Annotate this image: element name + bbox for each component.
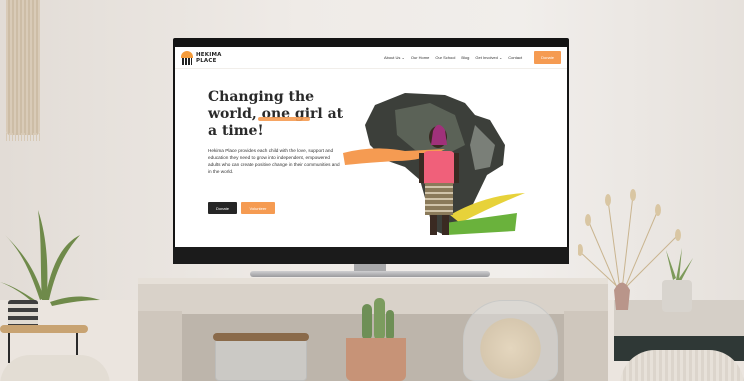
site-navbar: HEKIMA PLACE About Us ⌄ Our Home Our Sch…: [175, 47, 567, 69]
dried-grass-vase: [578, 189, 693, 312]
cactus-plant: [362, 298, 394, 340]
cabinet-right-panel: [564, 311, 608, 381]
sun-over-bars-logo-icon: [181, 50, 193, 65]
hero-description: Hekima Place provides each child with th…: [208, 148, 340, 174]
tv-stand-foot: [250, 271, 490, 277]
website-screen: HEKIMA PLACE About Us ⌄ Our Home Our Sch…: [175, 47, 567, 247]
highlight-underline-stroke: [258, 117, 310, 121]
terracotta-pot: [346, 338, 406, 381]
macrame-wall-hanging: [6, 0, 40, 141]
cabinet-left-panel: [138, 311, 182, 381]
nav-donate-button[interactable]: Donate: [534, 51, 561, 64]
hero-donate-button[interactable]: Donate: [208, 202, 237, 214]
canister-wooden-lid: [213, 333, 309, 341]
nav-item-blog[interactable]: Blog: [461, 55, 469, 60]
nav-item-get-involved[interactable]: Get Involved ⌄: [475, 55, 502, 60]
tv-bottom-bezel: [173, 247, 569, 264]
nav-item-our-school[interactable]: Our School: [435, 55, 455, 60]
tv-stand: [250, 264, 490, 282]
glass-jar-with-flowers: [463, 300, 558, 381]
tv-monitor: HEKIMA PLACE About Us ⌄ Our Home Our Sch…: [173, 38, 569, 264]
logo-text-line2: PLACE: [196, 57, 217, 64]
snake-plant-left: [0, 210, 100, 332]
nav-item-contact[interactable]: Contact: [508, 55, 522, 60]
ottoman-right: [620, 350, 744, 381]
ottoman-left: [0, 355, 110, 381]
hero-title: Changing the world, one girl at a time!: [208, 89, 348, 140]
logo-text: HEKIMA PLACE: [196, 52, 230, 64]
side-table-top: [0, 325, 88, 333]
nav-item-our-home[interactable]: Our Home: [411, 55, 429, 60]
nav-menu: About Us ⌄ Our Home Our School Blog Get …: [384, 51, 561, 64]
site-logo[interactable]: HEKIMA PLACE: [181, 50, 230, 65]
hero-volunteer-button[interactable]: Volunteer: [241, 202, 275, 214]
glass-canister: [215, 336, 307, 381]
nav-item-about-us[interactable]: About Us ⌄: [384, 55, 405, 60]
africa-collage-image: [343, 93, 525, 235]
